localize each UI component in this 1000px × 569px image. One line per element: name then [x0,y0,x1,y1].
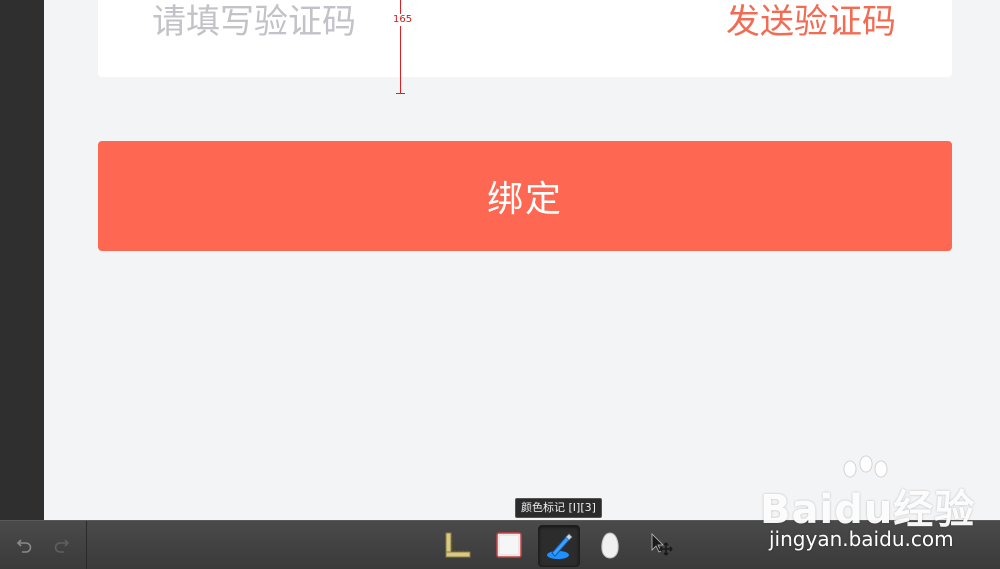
tool-tooltip: 颜色标记 [I][3] [515,498,602,518]
verification-code-input[interactable] [152,2,472,42]
ruler-icon [445,532,471,558]
undo-icon [16,539,32,553]
left-panel-strip [0,0,44,520]
rectangle-tool-button[interactable] [489,525,529,565]
bind-button[interactable]: 绑定 [98,141,952,251]
move-tool-button[interactable] [640,525,680,565]
slice-tool-button[interactable] [590,525,630,565]
measure-line-cap [396,93,405,94]
bind-button-label: 绑定 [486,179,563,220]
undo-button[interactable] [5,525,45,565]
verification-code-row: 发送验证码 [98,0,952,77]
move-icon [651,533,673,556]
measure-label: 165 [392,14,414,26]
bottom-toolbar [0,520,1000,569]
color-marker-tool-button[interactable] [538,525,580,567]
redo-icon [54,539,70,553]
color-marker-icon [547,533,573,559]
slice-icon [601,532,619,559]
toolbar-separator [86,521,87,569]
design-canvas [44,0,1000,520]
redo-button[interactable] [41,525,81,565]
rectangle-icon [496,532,522,558]
send-code-button[interactable]: 发送验证码 [726,0,896,44]
ruler-tool-button[interactable] [437,525,477,565]
